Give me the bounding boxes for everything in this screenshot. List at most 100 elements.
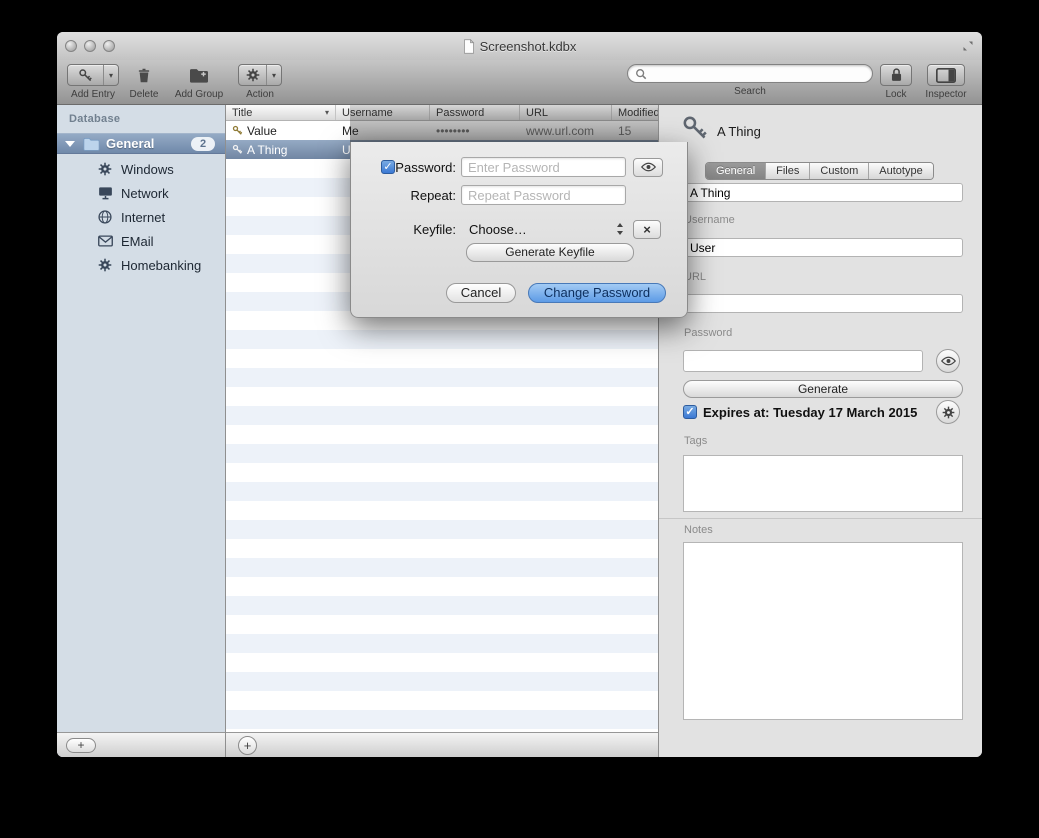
search-item: Search: [627, 64, 873, 97]
lock-label: Lock: [879, 89, 913, 100]
url-field[interactable]: [683, 294, 963, 313]
generate-keyfile-button[interactable]: Generate Keyfile: [466, 243, 634, 262]
sidebar-item-windows[interactable]: Windows: [57, 157, 225, 181]
sidebar-item-internet[interactable]: Internet: [57, 205, 225, 229]
inspector-panel: A Thing General Files Custom Autotype Us…: [658, 105, 982, 757]
inspector-entry-title: A Thing: [717, 124, 761, 139]
action-label: Action: [236, 89, 284, 100]
password-field[interactable]: [683, 350, 923, 372]
search-icon: [635, 68, 647, 80]
add-entry-plus-button[interactable]: +: [238, 736, 257, 755]
inspector-label: Inspector: [918, 89, 974, 100]
keyfile-popup[interactable]: Choose…: [461, 219, 626, 239]
delete-button[interactable]: Delete: [123, 64, 165, 100]
sidebar-item-homebanking[interactable]: Homebanking: [57, 253, 225, 277]
inspector-button[interactable]: Inspector: [918, 64, 974, 100]
title-field[interactable]: [683, 183, 963, 202]
expires-row[interactable]: ✓ Expires at: Tuesday 17 March 2015: [683, 403, 917, 421]
chevron-down-icon: ▾: [103, 65, 118, 85]
add-entry-button[interactable]: ▾ Add Entry: [66, 64, 120, 100]
expires-checkbox[interactable]: ✓: [683, 405, 697, 419]
entry-title: A Thing: [247, 143, 287, 157]
add-group-label: Add Group: [168, 89, 230, 100]
close-button[interactable]: [65, 40, 77, 52]
gear-icon: [239, 65, 266, 85]
sheet-repeat-input[interactable]: [461, 185, 626, 205]
content-area: Database General 2 Windows: [57, 105, 982, 757]
search-input[interactable]: [651, 66, 865, 81]
reveal-password-button[interactable]: [633, 158, 663, 177]
monitor-icon: [97, 186, 113, 200]
change-password-button[interactable]: Change Password: [528, 283, 666, 303]
notes-textarea[interactable]: [683, 542, 963, 720]
entry-list-bottom-bar: +: [226, 732, 658, 757]
tags-textarea[interactable]: [683, 455, 963, 512]
folder-plus-icon: [168, 64, 230, 86]
sidebar-section-header: Database: [69, 113, 120, 125]
add-group-button[interactable]: Add Group: [168, 64, 230, 100]
delete-label: Delete: [123, 89, 165, 100]
sheet-repeat-label: Repeat:: [365, 188, 461, 203]
cancel-button[interactable]: Cancel: [446, 283, 516, 303]
password-checkbox[interactable]: ✓: [381, 160, 395, 174]
sidebar-items: Windows Network Internet: [57, 157, 225, 277]
sidebar-item-label: EMail: [121, 234, 154, 249]
tab-custom[interactable]: Custom: [809, 163, 868, 179]
tags-label: Tags: [684, 435, 707, 447]
eye-icon: [641, 162, 656, 172]
check-icon: ✓: [685, 406, 694, 418]
entry-title: Value: [247, 124, 277, 138]
tab-autotype[interactable]: Autotype: [868, 163, 932, 179]
action-button[interactable]: ▾ Action: [236, 64, 284, 100]
sidebar-item-label: Network: [121, 186, 169, 201]
sidebar-item-label: Windows: [121, 162, 174, 177]
sidebar-bottom-bar: +: [57, 732, 225, 757]
sheet-password-input[interactable]: [461, 157, 626, 177]
eye-icon: [941, 356, 956, 366]
app-window: Screenshot.kdbx ▾ Add Entry: [57, 32, 982, 757]
key-icon: [681, 114, 709, 142]
add-group-plus-button[interactable]: +: [66, 738, 96, 753]
titlebar[interactable]: Screenshot.kdbx: [57, 32, 982, 60]
zoom-button[interactable]: [103, 40, 115, 52]
sheet-keyfile-label: Keyfile:: [365, 222, 461, 237]
sidebar-item-label: Homebanking: [121, 258, 201, 273]
stepper-icon: [616, 223, 624, 235]
inspector-tabs: General Files Custom Autotype: [705, 162, 934, 180]
window-title: Screenshot.kdbx: [480, 39, 577, 54]
notes-label: Notes: [684, 524, 713, 536]
key-icon: [68, 65, 103, 85]
column-header-title[interactable]: Title ▾: [226, 105, 336, 120]
sidebar-item-network[interactable]: Network: [57, 181, 225, 205]
lock-icon: [890, 67, 903, 83]
change-password-sheet: ✓ Password: Repeat: Keyfile:: [350, 142, 688, 318]
sidebar-group-label: General: [106, 136, 154, 151]
lock-button[interactable]: Lock: [879, 64, 913, 100]
gear-icon: [97, 162, 113, 176]
key-icon: [232, 144, 243, 155]
expires-settings-button[interactable]: [936, 400, 960, 424]
expires-label: Expires at: Tuesday 17 March 2015: [703, 405, 917, 420]
document-icon: [463, 39, 475, 54]
inspector-panel-icon: [936, 68, 956, 83]
sidebar-group-badge: 2: [191, 137, 215, 151]
section-divider: [659, 518, 982, 519]
reveal-password-button[interactable]: [936, 349, 960, 373]
sidebar: Database General 2 Windows: [57, 105, 226, 757]
fullscreen-icon[interactable]: [962, 40, 974, 52]
tab-files[interactable]: Files: [765, 163, 809, 179]
username-field[interactable]: [683, 238, 963, 257]
tab-general[interactable]: General: [706, 163, 765, 179]
disclosure-triangle-icon[interactable]: [65, 141, 75, 147]
minimize-button[interactable]: [84, 40, 96, 52]
sheet-password-label: Password:: [365, 160, 461, 175]
clear-keyfile-button[interactable]: ×: [633, 220, 661, 239]
sort-arrow-icon: ▾: [325, 108, 329, 117]
chevron-down-icon: ▾: [266, 65, 281, 85]
generate-password-button[interactable]: Generate: [683, 380, 963, 398]
sidebar-group-general[interactable]: General 2: [57, 133, 225, 154]
search-input-wrap[interactable]: [627, 64, 873, 83]
toolbar: ▾ Add Entry Delete Add Group: [57, 60, 982, 105]
sidebar-item-label: Internet: [121, 210, 165, 225]
sidebar-item-email[interactable]: EMail: [57, 229, 225, 253]
